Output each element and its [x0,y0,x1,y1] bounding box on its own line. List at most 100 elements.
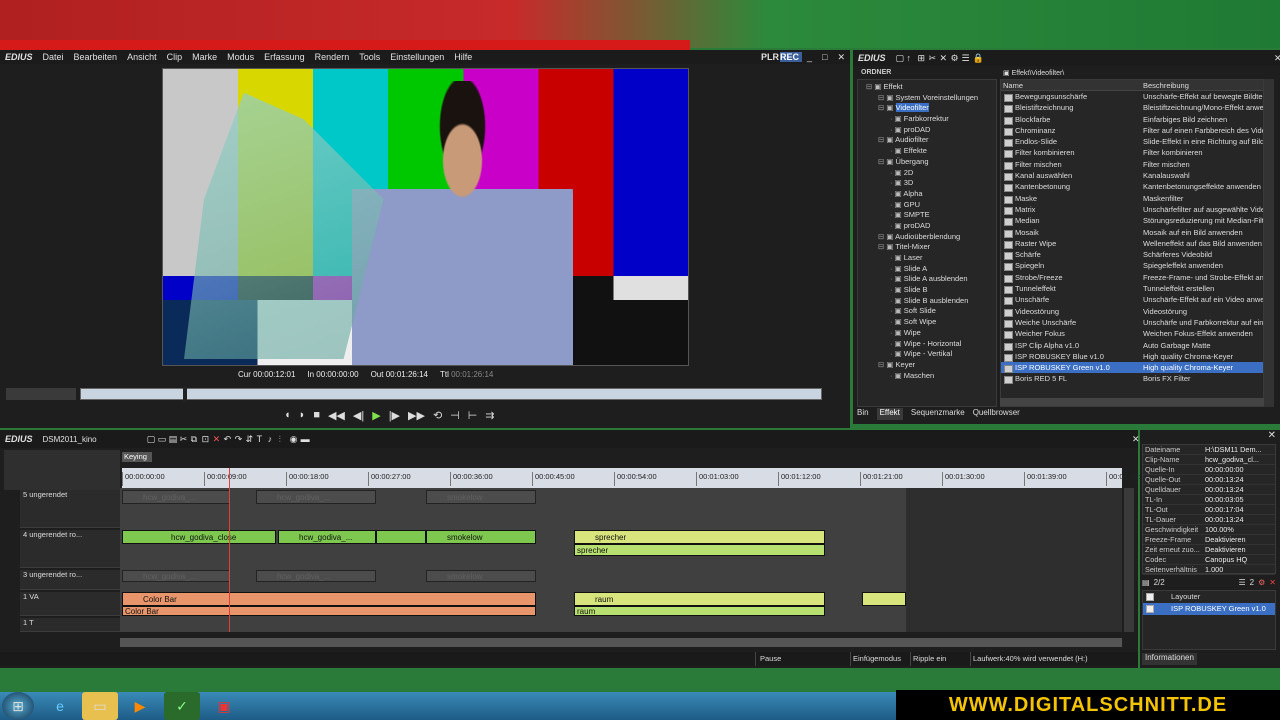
layer-settings-icon[interactable]: ⚙ [1258,578,1265,587]
track-header-1va[interactable]: 1 VA [20,592,120,616]
menu-bearbeiten[interactable]: Bearbeiten [69,52,123,62]
effect-row[interactable]: Raster Wipe Welleneffekt auf das Bild anw… [1001,238,1263,250]
tree-item[interactable]: · ▣ proDAD [858,125,996,136]
up-folder-icon[interactable]: ↑ [902,53,913,64]
timeline-vscroll[interactable] [1124,488,1134,632]
effect-row[interactable]: ISP Clip Alpha v1.0 Auto Garbage Matte [1001,340,1263,351]
tree-item[interactable]: · ▣ Wipe - Horizontal [858,339,996,350]
effect-row[interactable]: ISP ROBUSKEY Green v1.0 High quality Chro… [1001,362,1263,374]
tree-item[interactable]: · ▣ 3D [858,178,996,189]
rewind-icon[interactable]: ◀◀ [328,409,345,422]
effect-row[interactable]: Weiche Unschärfe Unschärfe und Farbkorrek… [1001,317,1263,329]
clip[interactable]: hcw_godiva_... [256,490,376,504]
effect-list-scrollbar[interactable] [1264,79,1274,407]
layer-icon[interactable]: ▤ [1142,578,1150,587]
clip[interactable]: smokelow [426,570,536,582]
tab-bin[interactable]: Bin [857,408,869,420]
effects-close-icon[interactable]: ✕ [1269,53,1280,64]
sequence-tab[interactable]: Keying [122,452,152,462]
tree-item[interactable]: · ▣ Maschen [858,371,996,382]
effect-row[interactable]: Bewegungsunschärfe Unschärfe-Effekt auf b… [1001,91,1263,103]
menu-einstellungen[interactable]: Einstellungen [385,52,449,62]
tree-item[interactable]: · ▣ 2D [858,168,996,179]
clip[interactable]: hcw_godiva_... [122,570,230,582]
menu-rendern[interactable]: Rendern [310,52,355,62]
copy-icon[interactable]: ⧉ [186,434,197,445]
explorer-taskbar-icon[interactable]: ▭ [82,692,118,720]
set-in-icon[interactable]: ◖ [284,409,291,421]
menu-tools[interactable]: Tools [354,52,385,62]
folder-icon[interactable]: ▢ [891,53,905,64]
tree-item[interactable]: ⊟ ▣ Keyer [858,360,996,371]
effect-row[interactable]: Filter kombinieren Filter kombinieren [1001,147,1263,159]
ie-taskbar-icon[interactable]: e [42,692,78,720]
insert-icon[interactable]: ⊣ [450,409,460,422]
tree-item[interactable]: · ▣ SMPTE [858,210,996,221]
tree-item[interactable]: ⊟ ▣ Effekt [858,82,996,93]
loop-icon[interactable]: ⟲ [433,409,442,422]
effect-hscroll[interactable] [1000,398,1264,406]
effect-row[interactable]: Filter mischen Filter mischen [1001,159,1263,171]
layer-delete-icon[interactable]: ✕ [1269,578,1276,587]
marker-icon[interactable]: ◉ [285,434,298,445]
tree-item[interactable]: ⊟ ▣ Videofilter [858,103,996,114]
mixer-icon[interactable]: ⫶ [274,434,285,445]
maximize-icon[interactable]: □ [817,52,832,62]
undo-icon[interactable]: ↶ [219,434,232,445]
effect-row[interactable]: Mosaik Mosaik auf ein Bild anwenden [1001,227,1263,238]
tree-item[interactable]: · ▣ Alpha [858,189,996,200]
timeline-hscroll[interactable] [120,638,1122,647]
mic-icon[interactable]: ♪ [263,434,274,445]
tab-effekt[interactable]: Effekt [876,408,903,420]
checkbox-icon[interactable] [1146,605,1154,613]
menu-clip[interactable]: Clip [162,52,188,62]
tree-item[interactable]: ⊟ ▣ Audioüberblendung [858,232,996,243]
clip[interactable]: sprecher [574,544,825,556]
tree-item[interactable]: ⊟ ▣ Audiofilter [858,135,996,146]
effect-row[interactable]: Tunneleffekt Tunneleffekt erstellen [1001,283,1263,295]
cut-icon[interactable]: ✂ [924,53,937,64]
open-icon[interactable]: ▭ [153,434,167,445]
new-sequence-icon[interactable]: ▢ [142,434,156,445]
info-tab[interactable]: Informationen [1142,653,1197,665]
media-player-taskbar-icon[interactable]: ▶ [122,692,158,720]
tree-item[interactable]: · ▣ Wipe - Vertikal [858,349,996,360]
view-list-icon[interactable]: ☰ [957,53,970,64]
app-taskbar-icon[interactable]: ▣ [206,692,242,720]
effect-row[interactable]: Kantenbetonung Kantenbetonungseffekte anw… [1001,181,1263,193]
video-preview[interactable] [162,68,689,366]
effect-row[interactable]: Chrominanz Filter auf einen Farbbereich d… [1001,125,1263,137]
effect-row[interactable]: Videostörung Videostörung [1001,306,1263,317]
clip[interactable]: hcw_godiva_... [278,530,376,544]
lock-icon[interactable]: 🔒 [968,53,984,64]
status-insert-mode[interactable]: Einfügemodus [850,652,910,666]
new-folder-icon[interactable]: ⊞ [913,53,926,64]
menu-datei[interactable]: Datei [38,52,69,62]
scrub-handle[interactable] [183,386,187,402]
cut-clip-icon[interactable]: ✂ [175,434,188,445]
clip[interactable]: hcw_godiva_close [122,530,276,544]
tree-item[interactable]: ⊟ ▣ System Voreinstellungen [858,93,996,104]
track-header-1t[interactable]: 1 T [20,618,120,632]
effect-row[interactable]: Maske Maskenfilter [1001,193,1263,204]
fast-forward-icon[interactable]: ▶▶ [408,409,425,422]
clip[interactable]: Color Bar [122,606,536,616]
menu-marke[interactable]: Marke [187,52,222,62]
clip[interactable]: raum [574,606,825,616]
tree-item[interactable]: · ▣ GPU [858,200,996,211]
title-icon[interactable]: T [252,434,263,445]
effect-row[interactable]: Strobe/Freeze Freeze-Frame- und Strobe-Ef… [1001,272,1263,284]
scrub-left-controls[interactable] [6,388,76,400]
clip[interactable]: smokelow [426,530,536,544]
export-icon[interactable]: ⇉ [485,409,494,422]
layer-item-robuskey[interactable]: ISP ROBUSKEY Green v1.0 [1143,603,1275,615]
rec-button[interactable]: REC [779,52,802,62]
menu-ansicht[interactable]: Ansicht [122,52,162,62]
effect-row[interactable]: Endlos-Slide Slide-Effekt in eine Richtun… [1001,136,1263,148]
edius-taskbar-icon[interactable]: ✓ [164,692,200,720]
effect-row[interactable]: Spiegeln Spiegeleffekt anwenden [1001,260,1263,272]
effect-row[interactable]: Weicher Fokus Weichen Fokus-Effekt anwend… [1001,328,1263,340]
playhead[interactable] [229,468,230,632]
tree-item[interactable]: · ▣ Soft Wipe [858,317,996,328]
clip[interactable]: Color Bar [122,592,536,606]
